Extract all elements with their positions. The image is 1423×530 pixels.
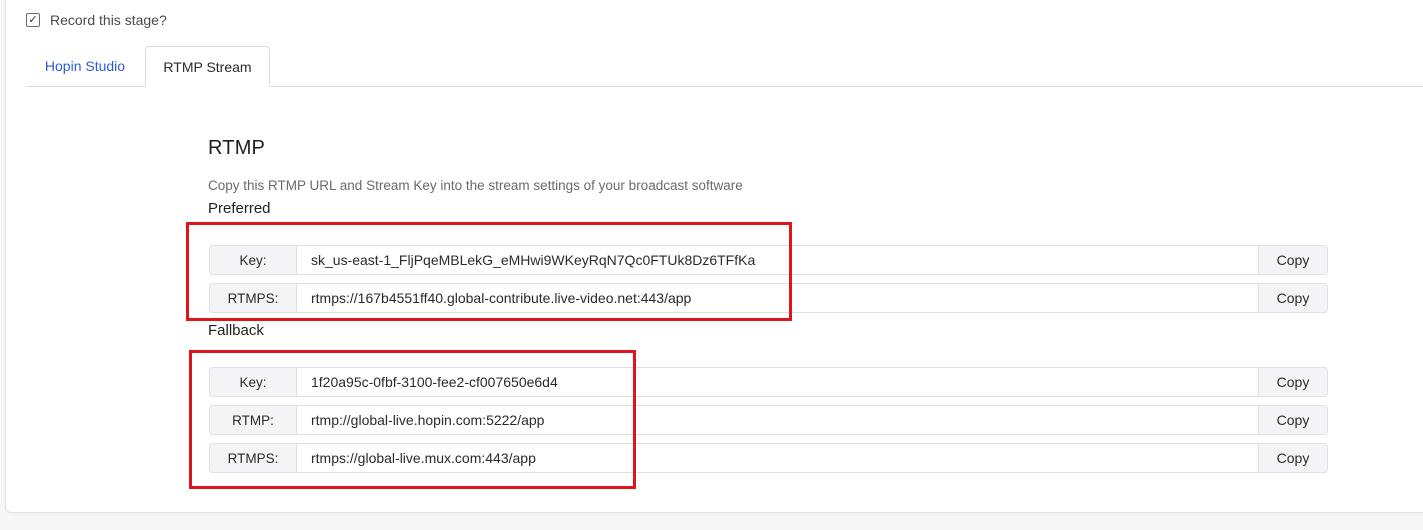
rtmp-description: Copy this RTMP URL and Stream Key into t… (208, 178, 743, 193)
tab-hopin-studio[interactable]: Hopin Studio (26, 46, 144, 86)
fallback-rtmp-value[interactable]: rtmp://global-live.hopin.com:5222/app (297, 406, 1258, 434)
copy-fallback-rtmp-button[interactable]: Copy (1258, 406, 1327, 434)
preferred-key-row: Key: sk_us-east-1_FljPqeMBLekG_eMHwi9WKe… (209, 245, 1328, 275)
fallback-rtmps-label: RTMPS: (210, 444, 297, 472)
preferred-rtmps-label: RTMPS: (210, 284, 297, 312)
tab-rtmp-stream[interactable]: RTMP Stream (145, 46, 270, 87)
record-stage-label: Record this stage? (50, 12, 167, 28)
fallback-heading: Fallback (208, 322, 264, 339)
fallback-rtmps-row: RTMPS: rtmps://global-live.mux.com:443/a… (209, 443, 1328, 473)
rtmp-title: RTMP (208, 137, 266, 159)
fallback-key-label: Key: (210, 368, 297, 396)
copy-preferred-key-button[interactable]: Copy (1258, 246, 1327, 274)
copy-fallback-rtmps-button[interactable]: Copy (1258, 444, 1327, 472)
copy-preferred-rtmps-button[interactable]: Copy (1258, 284, 1327, 312)
preferred-rtmps-row: RTMPS: rtmps://167b4551ff40.global-contr… (209, 283, 1328, 313)
fallback-key-row: Key: 1f20a95c-0fbf-3100-fee2-cf007650e6d… (209, 367, 1328, 397)
preferred-heading: Preferred (208, 200, 271, 217)
preferred-key-label: Key: (210, 246, 297, 274)
fallback-rtmps-value[interactable]: rtmps://global-live.mux.com:443/app (297, 444, 1258, 472)
record-stage-option[interactable]: ✓ Record this stage? (26, 11, 167, 29)
preferred-rtmps-value[interactable]: rtmps://167b4551ff40.global-contribute.l… (297, 284, 1258, 312)
fallback-rtmp-row: RTMP: rtmp://global-live.hopin.com:5222/… (209, 405, 1328, 435)
fallback-key-value[interactable]: 1f20a95c-0fbf-3100-fee2-cf007650e6d4 (297, 368, 1258, 396)
stream-tabs: Hopin Studio RTMP Stream (26, 46, 1423, 87)
copy-fallback-key-button[interactable]: Copy (1258, 368, 1327, 396)
record-stage-checkbox[interactable]: ✓ (26, 13, 40, 27)
fallback-rtmp-label: RTMP: (210, 406, 297, 434)
preferred-key-value[interactable]: sk_us-east-1_FljPqeMBLekG_eMHwi9WKeyRqN7… (297, 246, 1258, 274)
